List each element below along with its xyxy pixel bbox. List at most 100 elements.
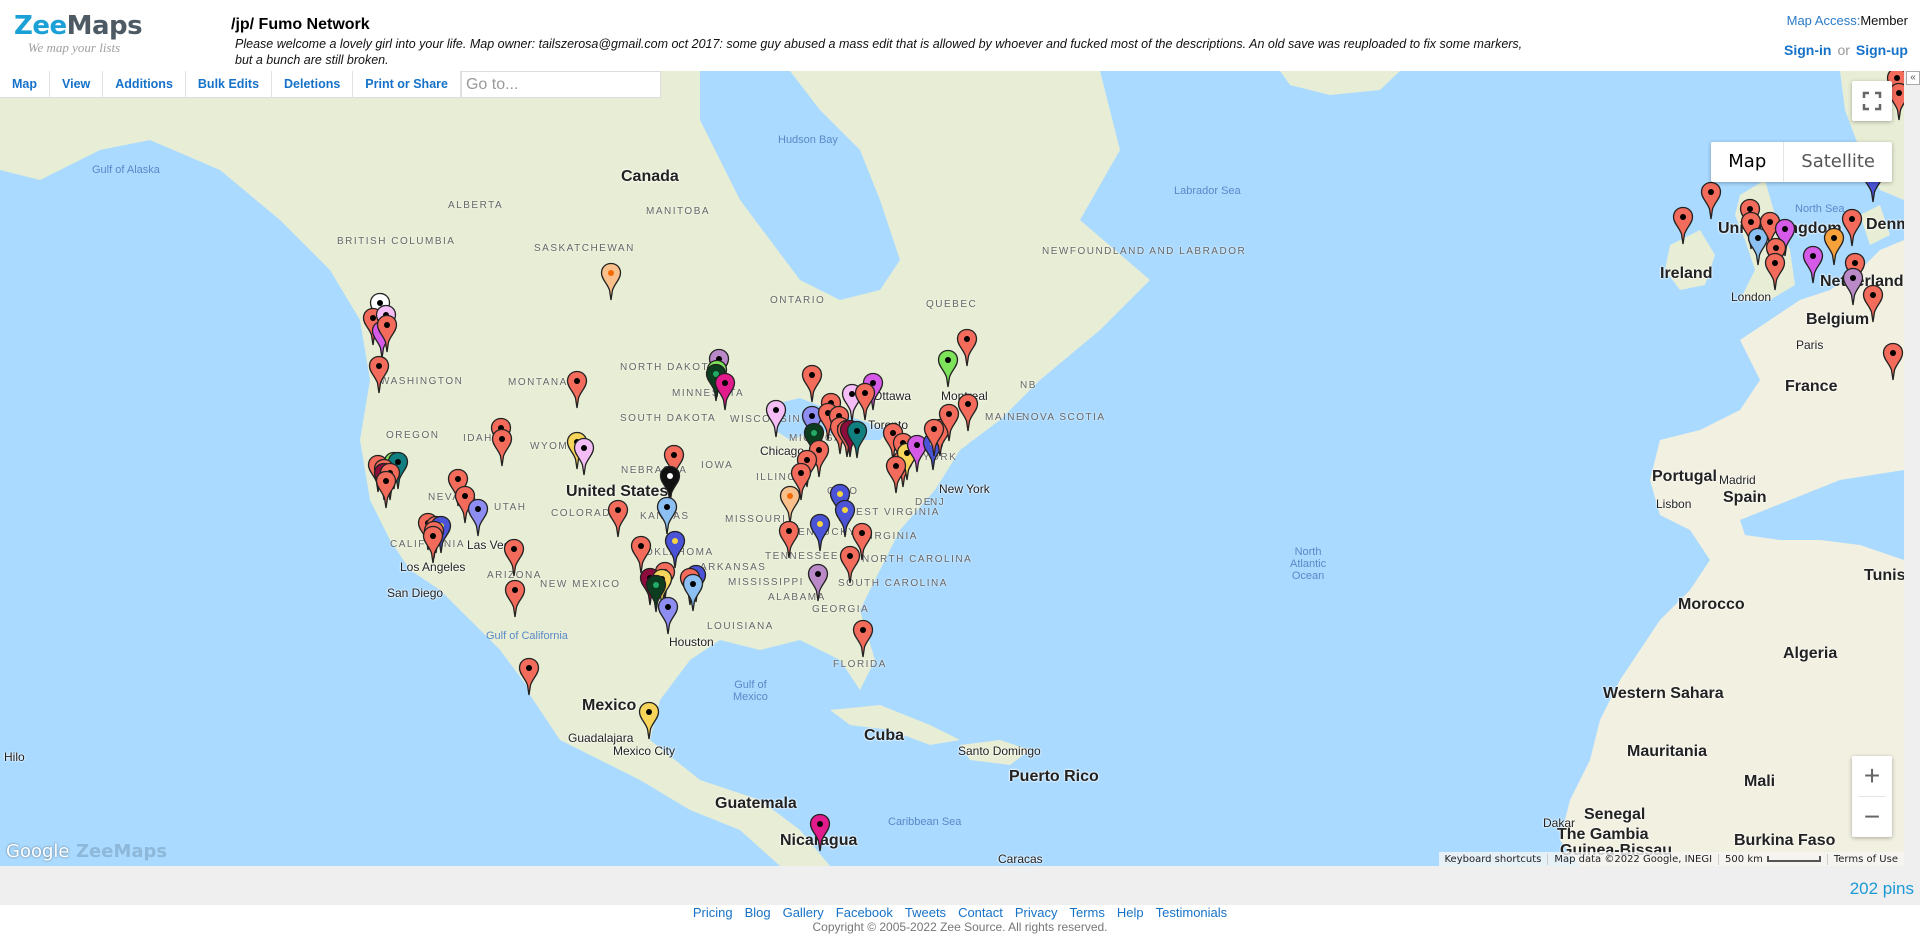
map-pin-red[interactable] xyxy=(1841,208,1863,248)
logo-tagline: We map your lists xyxy=(27,40,121,55)
keyboard-shortcuts-link[interactable]: Keyboard shortcuts xyxy=(1439,854,1548,865)
map-type-map-button[interactable]: Map xyxy=(1711,142,1785,182)
footer-link-contact[interactable]: Contact xyxy=(958,905,1003,920)
tab-additions[interactable]: Additions xyxy=(103,71,186,98)
footer-link-help[interactable]: Help xyxy=(1117,905,1144,920)
tab-deletions[interactable]: Deletions xyxy=(272,71,354,98)
map-pin-red[interactable] xyxy=(852,619,874,659)
map-pin-lavender[interactable] xyxy=(1842,267,1864,307)
footer-link-tweets[interactable]: Tweets xyxy=(905,905,946,920)
map-pin-red[interactable] xyxy=(504,579,526,619)
region-label: MISSISSIPPI xyxy=(728,577,804,588)
map-pin-lightblue[interactable] xyxy=(682,573,704,613)
pin-marker-icon xyxy=(956,328,978,367)
greenland-tip xyxy=(1280,71,1400,95)
country-label: Mexico xyxy=(582,697,637,714)
zeemaps-logo[interactable]: ZeeMaps We map your lists xyxy=(14,11,143,55)
pin-marker-icon xyxy=(368,355,390,394)
sign-in-link[interactable]: Sign-in xyxy=(1784,42,1831,58)
region-label: BRITISH COLUMBIA xyxy=(337,236,456,247)
map-pin-red[interactable] xyxy=(375,470,397,510)
map-pin-peach[interactable] xyxy=(779,485,801,525)
map-type-satellite-button[interactable]: Satellite xyxy=(1784,142,1892,182)
map-pin-peach[interactable] xyxy=(600,262,622,302)
map-pin-red[interactable] xyxy=(503,538,525,578)
map-pin-red[interactable] xyxy=(1700,181,1722,221)
map-pin-red[interactable] xyxy=(422,525,444,565)
country-label: Canada xyxy=(621,168,679,185)
footer-link-testimonials[interactable]: Testimonials xyxy=(1156,905,1228,920)
map-access-label[interactable]: Map Access: xyxy=(1787,13,1861,28)
map-pin-green[interactable] xyxy=(937,349,959,389)
water-label: North Atlantic Ocean xyxy=(1290,546,1327,582)
map-pin-blue[interactable] xyxy=(809,513,831,553)
map-pin-red[interactable] xyxy=(491,428,513,468)
map-pin-red[interactable] xyxy=(778,520,800,560)
region-label: NEW MEXICO xyxy=(540,579,621,590)
pin-marker-icon xyxy=(638,701,660,740)
map-pin-periwinkle[interactable] xyxy=(657,596,679,636)
map-pin-red[interactable] xyxy=(566,370,588,410)
country-label: Algeria xyxy=(1783,645,1838,662)
sign-up-link[interactable]: Sign-up xyxy=(1856,42,1908,58)
terms-of-use-link[interactable]: Terms of Use xyxy=(1826,853,1904,865)
map-pin-red[interactable] xyxy=(885,455,907,495)
region-label: NB xyxy=(1020,380,1037,391)
map-pin-red[interactable] xyxy=(1882,342,1904,382)
map-data-text: Map data ©2022 Google, INEGI xyxy=(1547,853,1718,865)
tab-view[interactable]: View xyxy=(50,71,104,98)
map-pin-pink[interactable] xyxy=(573,437,595,477)
footer-link-terms[interactable]: Terms xyxy=(1070,905,1105,920)
region-label: IOWA xyxy=(701,460,734,471)
pin-marker-icon xyxy=(885,455,907,494)
city-label: Madrid xyxy=(1719,473,1756,487)
footer-link-gallery[interactable]: Gallery xyxy=(783,905,824,920)
map-pin-red[interactable] xyxy=(376,314,398,354)
city-label: Santo Domingo xyxy=(958,744,1041,758)
footer-link-blog[interactable]: Blog xyxy=(745,905,771,920)
footer-link-facebook[interactable]: Facebook xyxy=(836,905,893,920)
map-pin-violet[interactable] xyxy=(1802,245,1824,285)
zoom-in-button[interactable]: + xyxy=(1852,756,1892,796)
city-label: Hilo xyxy=(4,750,25,764)
footer-link-privacy[interactable]: Privacy xyxy=(1015,905,1058,920)
map-pin-lavender[interactable] xyxy=(807,563,829,603)
map-pin-periwinkle[interactable] xyxy=(467,498,489,538)
pin-marker-icon xyxy=(1700,181,1722,220)
google-logo[interactable]: Google xyxy=(6,841,69,862)
map-pin-magenta[interactable] xyxy=(714,372,736,412)
tab-map[interactable]: Map xyxy=(0,71,50,98)
map-pin-red[interactable] xyxy=(1862,284,1884,324)
goto-search-input[interactable] xyxy=(460,71,661,98)
map-pin-magenta[interactable] xyxy=(809,813,831,853)
scale-indicator[interactable]: 500 km xyxy=(1718,853,1827,865)
city-label: New York xyxy=(939,482,990,496)
pin-marker-icon xyxy=(518,657,540,696)
tab-bulk-edits[interactable]: Bulk Edits xyxy=(186,71,273,98)
map-pin-red[interactable] xyxy=(957,393,979,433)
map-pin-yellow[interactable] xyxy=(638,701,660,741)
city-label: Houston xyxy=(669,635,714,649)
map-pin-red[interactable] xyxy=(1672,206,1694,246)
map-pin-pink[interactable] xyxy=(765,399,787,439)
map-pin-teal[interactable] xyxy=(846,420,868,460)
map-pin-red[interactable] xyxy=(956,328,978,368)
map-canvas[interactable]: CanadaUnited StatesMexicoCubaGuatemalaNi… xyxy=(0,71,1904,866)
pin-marker-icon xyxy=(607,499,629,538)
map-pin-red[interactable] xyxy=(839,545,861,585)
map-pin-red[interactable] xyxy=(368,355,390,395)
map-pin-red[interactable] xyxy=(607,499,629,539)
map-pin-red[interactable] xyxy=(1764,252,1786,292)
map-pin-red[interactable] xyxy=(854,382,876,422)
region-label: QUEBEC xyxy=(926,299,978,310)
expand-panel-button[interactable]: « xyxy=(1906,71,1920,85)
map-pin-red[interactable] xyxy=(518,657,540,697)
logo-wordmark: ZeeMaps xyxy=(14,11,143,41)
region-label: OREGON xyxy=(386,430,440,441)
zoom-out-button[interactable]: − xyxy=(1852,797,1892,837)
country-label: Tunisia xyxy=(1864,567,1904,584)
pin-marker-icon xyxy=(682,573,704,612)
tab-print-or-share[interactable]: Print or Share xyxy=(353,71,461,98)
fullscreen-button[interactable] xyxy=(1852,81,1892,121)
footer-link-pricing[interactable]: Pricing xyxy=(693,905,733,920)
